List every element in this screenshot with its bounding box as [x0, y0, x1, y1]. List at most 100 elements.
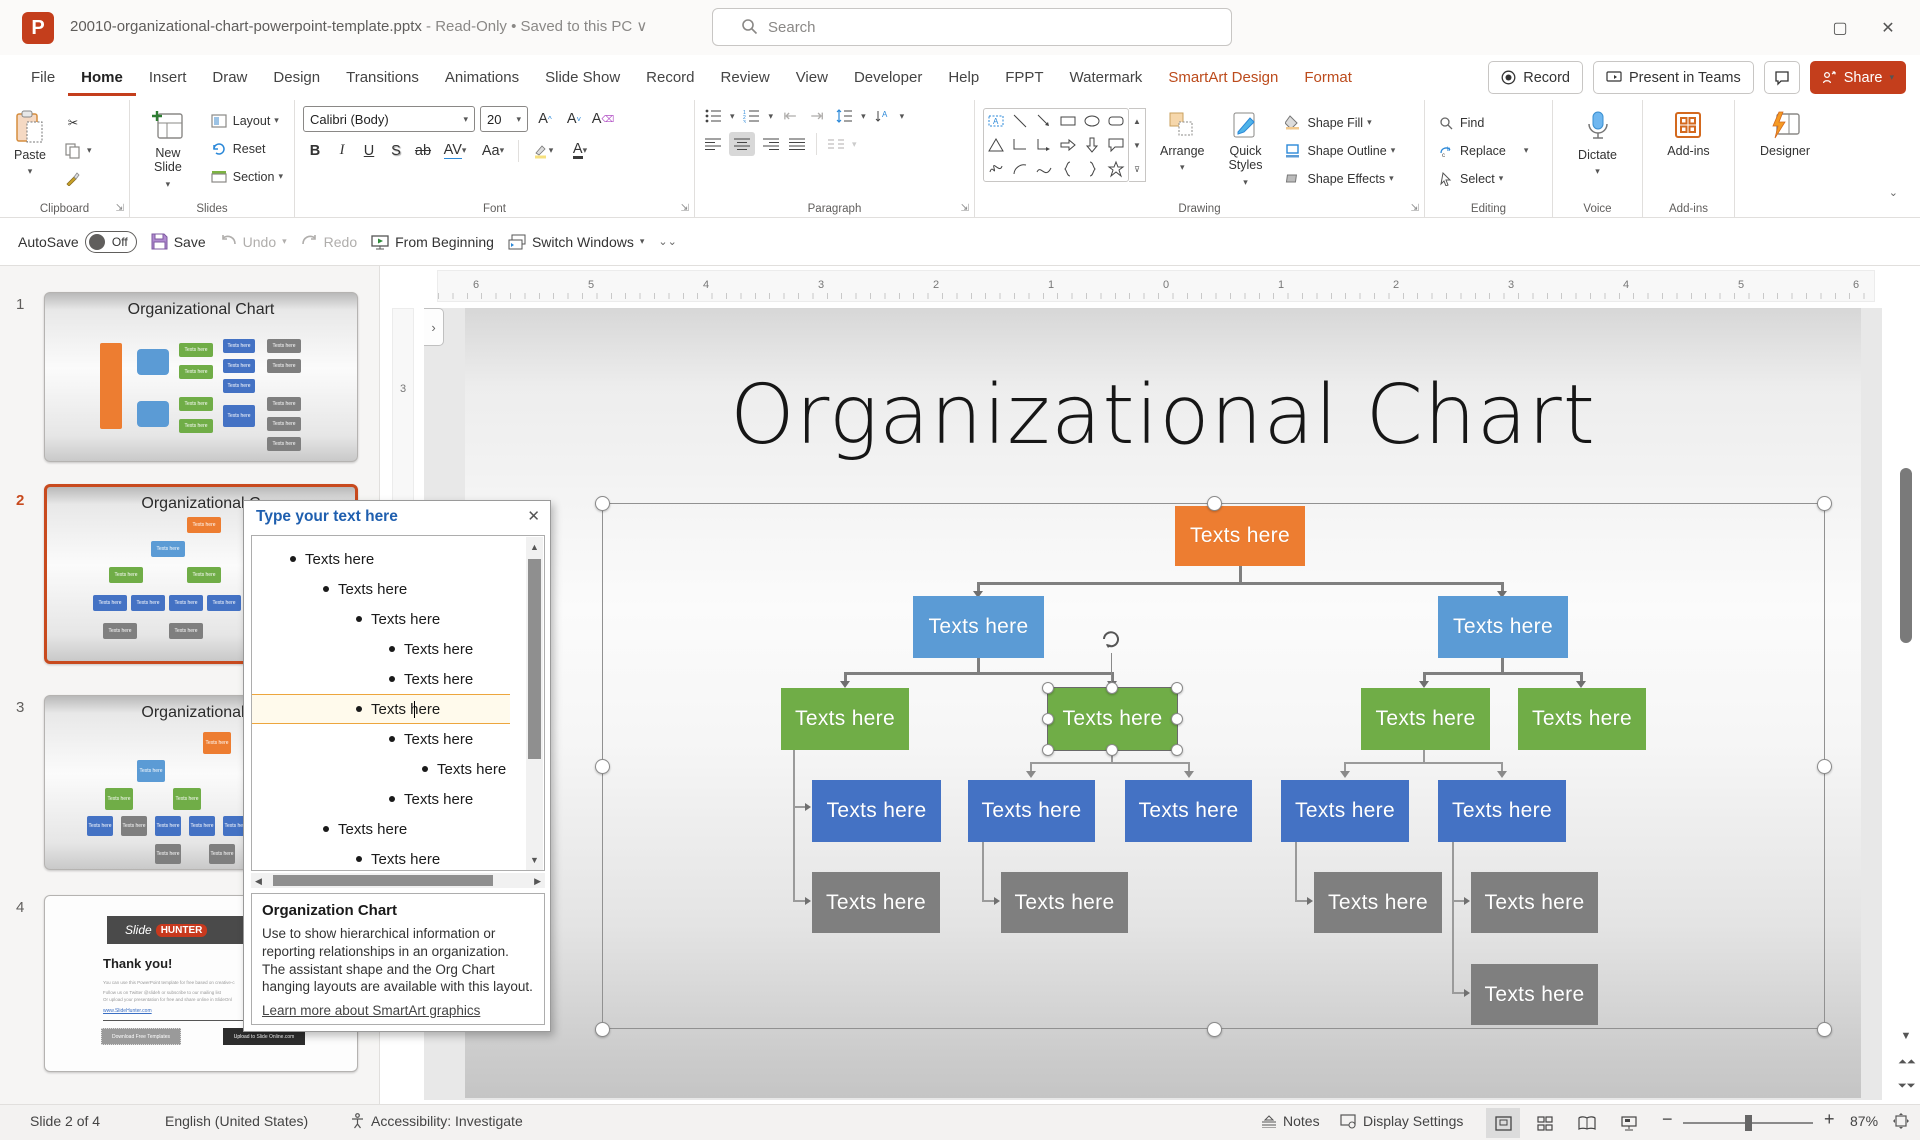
- tab-design[interactable]: Design: [260, 59, 333, 96]
- font-dialog-launcher[interactable]: ⇲: [681, 203, 689, 214]
- shape-fill-button[interactable]: Shape Fill▾: [1280, 110, 1398, 135]
- org-node-l4-1[interactable]: Texts here: [812, 780, 941, 842]
- horizontal-ruler[interactable]: 65 43 21 01 23 45 6: [437, 270, 1875, 302]
- font-name-combo[interactable]: Calibri (Body)▾: [303, 106, 475, 132]
- justify-icon[interactable]: [787, 134, 807, 154]
- frame-handle-bottom-left[interactable]: [595, 1022, 610, 1037]
- scrollbar-thumb[interactable]: [1900, 468, 1912, 643]
- designer-button[interactable]: Designer: [1754, 106, 1816, 162]
- org-node-l5-1[interactable]: Texts here: [812, 872, 940, 933]
- shape-handle-bottom-right[interactable]: [1171, 744, 1183, 756]
- org-node-l2-right[interactable]: Texts here: [1438, 596, 1568, 658]
- bold-button[interactable]: B: [303, 138, 327, 163]
- slide-1-thumbnail[interactable]: Organizational Chart Texts here Texts he…: [44, 292, 358, 462]
- tab-insert[interactable]: Insert: [136, 59, 200, 96]
- redo-button[interactable]: Redo: [301, 234, 357, 250]
- smartart-learn-more-link[interactable]: Learn more about SmartArt graphics: [262, 1003, 480, 1018]
- text-pane-vscrollbar[interactable]: ▲ ▼: [526, 537, 543, 870]
- gallery-more-icon[interactable]: ⊽: [1129, 157, 1145, 181]
- tab-file[interactable]: File: [18, 59, 68, 96]
- display-settings-button[interactable]: Display Settings: [1340, 1113, 1463, 1129]
- zoom-in-button[interactable]: +: [1824, 1109, 1835, 1130]
- shape-handle-top-left[interactable]: [1042, 682, 1054, 694]
- org-node-l4-4[interactable]: Texts here: [1281, 780, 1409, 842]
- increase-indent-icon[interactable]: ⇥: [807, 106, 827, 126]
- copy-button[interactable]: ▾: [60, 138, 95, 163]
- reading-view-button[interactable]: [1570, 1108, 1604, 1138]
- search-input[interactable]: Search: [712, 8, 1232, 46]
- accessibility-status[interactable]: Accessibility: Investigate: [350, 1113, 523, 1129]
- tab-home[interactable]: Home: [68, 59, 136, 96]
- select-button[interactable]: Select▾: [1433, 166, 1531, 191]
- org-node-l5-3[interactable]: Texts here: [1314, 872, 1442, 933]
- org-node-l5-2[interactable]: Texts here: [1001, 872, 1128, 933]
- tab-smartart-design[interactable]: SmartArt Design: [1155, 59, 1291, 96]
- shape-handle-top-center[interactable]: [1106, 682, 1118, 694]
- undo-button[interactable]: Undo▾: [220, 234, 287, 250]
- shape-handle-mid-left[interactable]: [1042, 713, 1054, 725]
- shape-effects-button[interactable]: Shape Effects▾: [1280, 166, 1398, 191]
- shape-handle-mid-right[interactable]: [1171, 713, 1183, 725]
- slide-sorter-view-button[interactable]: [1528, 1108, 1562, 1138]
- line-spacing-icon[interactable]: [834, 106, 854, 126]
- close-window-icon[interactable]: ✕: [1874, 14, 1902, 42]
- text-pane-toggle[interactable]: ›: [424, 308, 444, 346]
- underline-button[interactable]: U: [357, 138, 381, 163]
- change-case-button[interactable]: Aa▾: [475, 138, 511, 163]
- clear-formatting-button[interactable]: A⌫: [591, 107, 615, 132]
- shrink-font-button[interactable]: A˅: [562, 107, 586, 132]
- font-color-button[interactable]: A▾: [563, 138, 597, 163]
- new-slide-button[interactable]: New Slide▾: [138, 106, 198, 193]
- paste-button[interactable]: Paste▾: [8, 106, 52, 181]
- clipboard-dialog-launcher[interactable]: ⇲: [116, 203, 124, 214]
- org-node-l3-1[interactable]: Texts here: [781, 688, 909, 750]
- align-right-icon[interactable]: [761, 134, 781, 154]
- normal-view-button[interactable]: [1486, 1108, 1520, 1138]
- share-button[interactable]: Share ▾: [1810, 61, 1906, 94]
- text-pane-selected-row[interactable]: Texts here: [252, 694, 510, 724]
- tab-draw[interactable]: Draw: [199, 59, 260, 96]
- autosave-toggle[interactable]: AutoSave Off: [18, 231, 137, 253]
- strikethrough-button[interactable]: ab: [411, 138, 435, 163]
- slide-2-editing-surface[interactable]: Organizational Chart: [465, 308, 1861, 1098]
- record-button[interactable]: Record: [1488, 61, 1583, 94]
- tab-record[interactable]: Record: [633, 59, 707, 96]
- gallery-down-icon[interactable]: ▼: [1129, 133, 1145, 157]
- fit-to-window-button[interactable]: [1893, 1113, 1909, 1129]
- tab-developer[interactable]: Developer: [841, 59, 935, 96]
- tab-animations[interactable]: Animations: [432, 59, 532, 96]
- language-status[interactable]: English (United States): [165, 1113, 308, 1129]
- frame-handle-bottom-right[interactable]: [1817, 1022, 1832, 1037]
- shape-outline-button[interactable]: Shape Outline▾: [1280, 138, 1398, 163]
- cut-button[interactable]: ✂: [60, 110, 95, 135]
- next-slide-icon[interactable]: ⏷⏷: [1898, 1080, 1914, 1093]
- powerpoint-logo-icon[interactable]: P: [22, 12, 54, 44]
- restore-window-icon[interactable]: ▢: [1826, 14, 1854, 42]
- tab-transitions[interactable]: Transitions: [333, 59, 432, 96]
- shape-handle-top-right[interactable]: [1171, 682, 1183, 694]
- highlight-color-button[interactable]: ▾: [526, 138, 560, 163]
- replace-button[interactable]: bcReplace▾: [1433, 138, 1531, 163]
- numbering-icon[interactable]: 123: [742, 106, 762, 126]
- tab-watermark[interactable]: Watermark: [1057, 59, 1156, 96]
- vertical-scrollbar[interactable]: ▼ ⏶⏶ ⏷⏷: [1898, 308, 1914, 1100]
- slideshow-view-button[interactable]: [1612, 1108, 1646, 1138]
- slide-title[interactable]: Organizational Chart: [465, 368, 1861, 463]
- shadow-button[interactable]: S: [384, 138, 408, 163]
- switch-windows-button[interactable]: Switch Windows▾: [508, 234, 644, 250]
- tab-review[interactable]: Review: [708, 59, 783, 96]
- rotate-handle[interactable]: [1098, 626, 1124, 652]
- tab-slide-show[interactable]: Slide Show: [532, 59, 633, 96]
- character-spacing-button[interactable]: AV▾: [438, 138, 472, 163]
- shape-handle-bottom-left[interactable]: [1042, 744, 1054, 756]
- present-in-teams-button[interactable]: Present in Teams: [1593, 61, 1754, 94]
- shape-handle-bottom-center[interactable]: [1106, 744, 1118, 756]
- org-node-l4-2[interactable]: Texts here: [968, 780, 1095, 842]
- text-pane-outline[interactable]: Texts here Texts here Texts here Texts h…: [251, 535, 545, 871]
- org-node-l2-left[interactable]: Texts here: [913, 596, 1044, 658]
- align-center-icon[interactable]: [729, 132, 755, 156]
- addins-button[interactable]: Add-ins: [1661, 106, 1715, 162]
- tab-help[interactable]: Help: [935, 59, 992, 96]
- reset-button[interactable]: Reset: [206, 136, 286, 161]
- qat-overflow-icon[interactable]: ⌄⌄: [658, 235, 676, 248]
